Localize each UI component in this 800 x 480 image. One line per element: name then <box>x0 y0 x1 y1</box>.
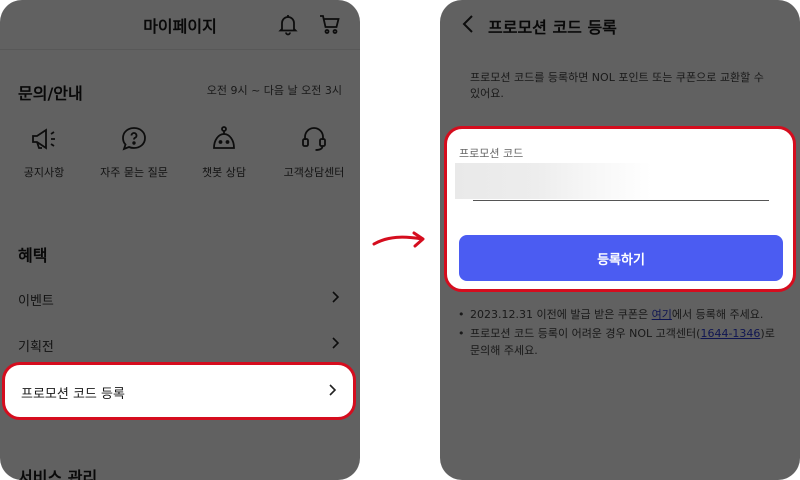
promo-code-screen: 프로모션 코드 등록 프로모션 코드를 등록하면 NOL 포인트 또는 쿠폰으로… <box>440 0 800 480</box>
mypage-header: 마이페이지 <box>0 0 360 50</box>
quick-notice[interactable]: 공지사항 <box>4 124 84 180</box>
bell-icon[interactable] <box>276 12 300 36</box>
service-section-title: 서비스 관리 <box>18 468 98 480</box>
quick-label: 고객상담센터 <box>283 166 345 179</box>
promo-header: 프로모션 코드 등록 <box>440 0 800 50</box>
menu-item-label: 프로모션 코드 등록 <box>21 387 125 402</box>
promo-code-input[interactable] <box>455 163 783 199</box>
page-title: 프로모션 코드 등록 <box>488 18 617 37</box>
headset-icon <box>302 127 326 151</box>
support-section-title: 문의/안내 <box>18 84 83 103</box>
megaphone-icon <box>32 128 55 150</box>
menu-item-promo-code[interactable]: 프로모션 코드 등록 <box>2 362 356 420</box>
quick-label: 챗봇 상담 <box>202 166 246 179</box>
cart-icon[interactable] <box>318 12 342 36</box>
chevron-right-icon <box>332 291 340 303</box>
register-button[interactable]: 등록하기 <box>459 235 783 281</box>
notes-list: 2023.12.31 이전에 발급 받은 쿠폰은 여기에서 등록해 주세요. 프… <box>456 306 784 361</box>
support-hours: 오전 9시 ~ 다음 날 오전 3시 <box>206 84 342 97</box>
question-bubble-icon <box>122 127 146 151</box>
quick-label: 공지사항 <box>23 166 65 179</box>
quick-chatbot[interactable]: 챗봇 상담 <box>184 124 264 180</box>
chatbot-icon <box>213 126 235 149</box>
input-underline <box>473 200 769 201</box>
note-text: 2023.12.31 이전에 발급 받은 쿠폰은 <box>470 308 652 321</box>
promo-description: 프로모션 코드를 등록하면 NOL 포인트 또는 쿠폰으로 교환할 수 있어요. <box>470 71 764 100</box>
quick-label: 자주 묻는 질문 <box>100 166 168 179</box>
arrow-right-icon <box>372 231 425 248</box>
page-title: 마이페이지 <box>143 17 217 36</box>
quick-callcenter[interactable]: 고객상담센터 <box>274 124 354 180</box>
menu-item-label: 이벤트 <box>18 294 54 309</box>
quick-faq[interactable]: 자주 묻는 질문 <box>94 124 174 180</box>
benefits-section-title: 혜택 <box>18 246 48 265</box>
note-text: 프로모션 코드 등록이 어려운 경우 NOL 고객센터( <box>470 327 701 340</box>
promo-code-card: 프로모션 코드 등록하기 <box>444 126 796 292</box>
note-text: 에서 등록해 주세요. <box>671 308 764 321</box>
mypage-screen: 마이페이지 문의/안내 오전 9시 ~ 다음 날 오전 3시 공지사항 자주 묻… <box>0 0 360 480</box>
note-item: 프로모션 코드 등록이 어려운 경우 NOL 고객센터(1644-1346)로 … <box>456 325 784 359</box>
back-arrow-icon[interactable] <box>460 14 476 34</box>
here-link[interactable]: 여기 <box>652 308 672 321</box>
phone-link[interactable]: 1644-1346 <box>700 327 760 340</box>
chevron-right-icon <box>329 384 337 396</box>
chevron-right-icon <box>332 337 340 349</box>
menu-item-exhibition[interactable]: 기획전 <box>18 332 342 356</box>
note-item: 2023.12.31 이전에 발급 받은 쿠폰은 여기에서 등록해 주세요. <box>456 306 784 323</box>
menu-item-label: 기획전 <box>18 340 54 355</box>
promo-code-label: 프로모션 코드 <box>459 147 524 160</box>
menu-item-event[interactable]: 이벤트 <box>18 286 342 310</box>
